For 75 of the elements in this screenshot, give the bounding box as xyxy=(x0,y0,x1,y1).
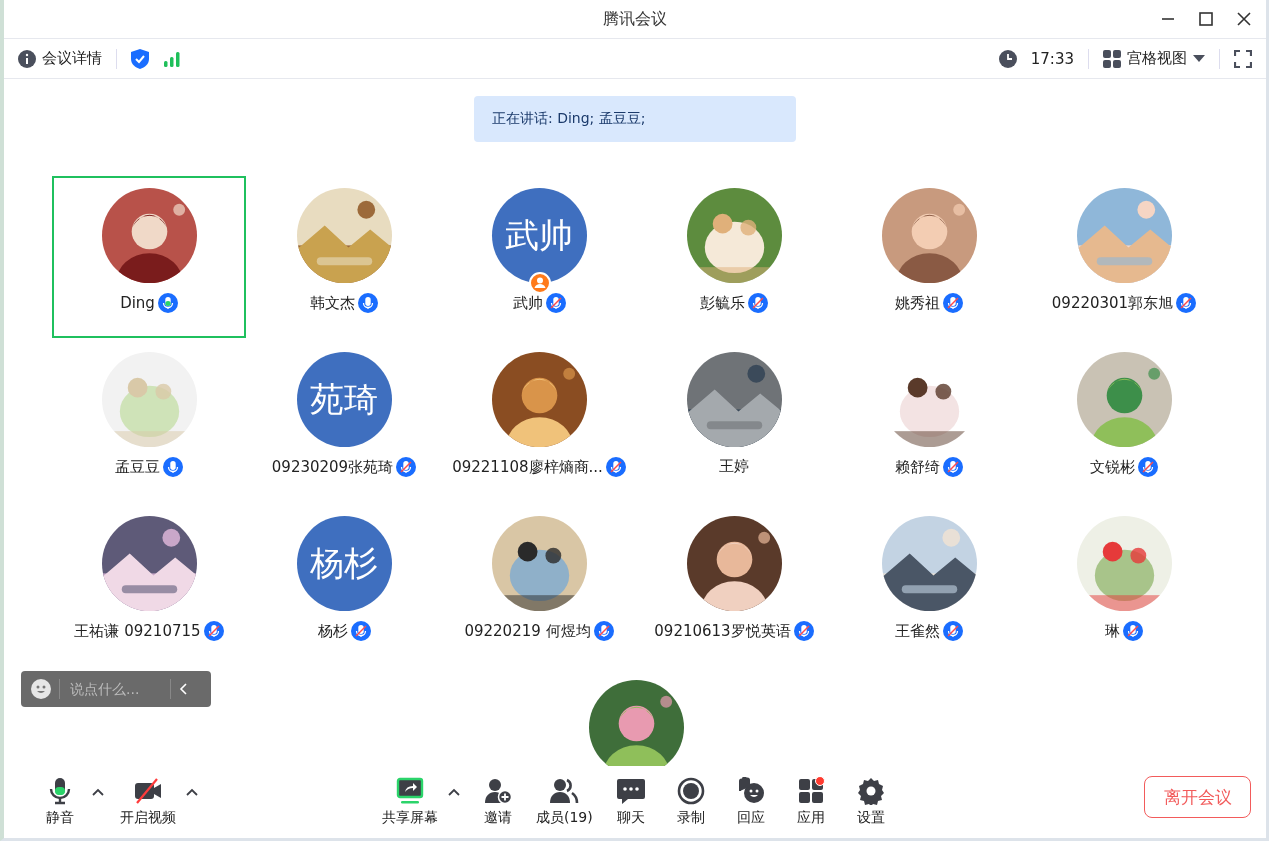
participant-tile[interactable]: 武帅 武帅 xyxy=(442,176,636,338)
window-title: 腾讯会议 xyxy=(603,8,667,30)
participant-name: 彭毓乐 xyxy=(700,293,745,313)
participant-name: 王雀然 xyxy=(895,621,940,641)
participant-tile[interactable]: 赖舒绮 xyxy=(832,340,1026,502)
participant-name: 赖舒绮 xyxy=(895,457,940,477)
participant-name: 09230209张苑琦 xyxy=(271,457,394,477)
participant-name: 王婷 xyxy=(719,457,749,476)
speaking-banner: 正在讲话: Ding; 孟豆豆; xyxy=(474,96,796,142)
record-icon xyxy=(675,777,706,805)
view-dropdown[interactable]: 宫格视图 xyxy=(1103,49,1205,68)
collapse-icon[interactable] xyxy=(179,682,189,696)
participant-tile[interactable]: 杨杉 杨杉 xyxy=(247,504,441,666)
toolbar-button[interactable]: 共享屏幕 xyxy=(376,773,444,831)
toolbar-button[interactable]: 开启视频 xyxy=(114,773,182,831)
participant-name: 09220301郭东旭 xyxy=(1051,293,1174,313)
participant-name: Ding xyxy=(120,294,155,312)
participant-tile[interactable]: Ding xyxy=(52,176,246,338)
meeting-details-button[interactable]: 会议详情 xyxy=(18,49,102,68)
participant-name: 文锐彬 xyxy=(1090,457,1135,477)
participant-tile[interactable]: 王祐谦 09210715 xyxy=(52,504,246,666)
participant-name: 09221108廖梓熵商... xyxy=(452,457,603,477)
participant-name: 孟豆豆 xyxy=(115,457,160,477)
participant-tile[interactable]: 彭毓乐 xyxy=(637,176,831,338)
participant-tile[interactable]: 09220219 何煜均 xyxy=(442,504,636,666)
chat-input[interactable]: 说点什么... xyxy=(68,680,162,698)
avatar: 苑琦 xyxy=(296,352,392,447)
add-person-icon xyxy=(483,777,513,805)
caret-icon[interactable] xyxy=(92,788,104,796)
participant-tile[interactable]: 王婷 xyxy=(637,340,831,502)
participant-tile[interactable]: 孟豆豆 xyxy=(52,340,246,502)
avatar: 武帅 xyxy=(491,188,587,283)
participant-name: 杨杉 xyxy=(317,621,348,641)
participant-name: 琳 xyxy=(1105,621,1120,641)
toolbar-button[interactable]: 应用 xyxy=(782,773,839,831)
avatar: 杨杉 xyxy=(296,516,392,611)
toolbar-button[interactable]: 回应 xyxy=(722,773,779,831)
emoji-icon[interactable] xyxy=(31,679,51,699)
caret-icon xyxy=(1193,54,1205,63)
people-icon xyxy=(549,777,580,805)
shield-icon[interactable] xyxy=(131,48,149,69)
toolbar-button[interactable]: 聊天 xyxy=(602,773,659,831)
toolbar-button[interactable]: 邀请 xyxy=(470,773,526,831)
close-icon[interactable] xyxy=(1236,11,1252,27)
participant-name: 武帅 xyxy=(512,293,543,313)
participant-tile[interactable]: 琳 xyxy=(1027,504,1221,666)
toolbar-button[interactable]: 录制 xyxy=(662,773,719,831)
chat-bubble-icon xyxy=(615,777,646,805)
settings-icon xyxy=(855,777,886,805)
toolbar-button[interactable]: 静音 xyxy=(32,773,88,831)
participant-name: 姚秀祖 xyxy=(895,293,940,313)
participant-tile[interactable]: 王雀然 xyxy=(832,504,1026,666)
participant-tile[interactable]: 姚秀祖 xyxy=(832,176,1026,338)
participant-name: 王祐谦 09210715 xyxy=(74,621,201,641)
caret-icon[interactable] xyxy=(448,788,460,796)
participant-tile[interactable]: 09220301郭东旭 xyxy=(1027,176,1221,338)
info-icon xyxy=(18,49,36,68)
camera-off-icon xyxy=(133,777,163,805)
maximize-icon[interactable] xyxy=(1198,11,1214,27)
participant-name: 韩文杰 xyxy=(310,293,355,313)
toolbar-button[interactable]: 成员(19) xyxy=(530,773,599,831)
participant-name: 09210613罗悦英语 xyxy=(654,621,791,641)
share-screen-icon xyxy=(395,777,425,805)
participant-tile[interactable]: 09221108廖梓熵商... xyxy=(442,340,636,502)
fullscreen-icon[interactable] xyxy=(1234,49,1252,68)
meeting-time: 17:33 xyxy=(1030,49,1074,68)
clock-icon xyxy=(998,49,1017,68)
participant-tile[interactable]: 苑琦 09230209张苑琦 xyxy=(247,340,441,502)
participant-tile[interactable]: 韩文杰 xyxy=(247,176,441,338)
caret-icon[interactable] xyxy=(186,788,198,796)
participant-tile[interactable]: 文锐彬 xyxy=(1027,340,1221,502)
grid-icon xyxy=(1103,49,1121,68)
participant-tile[interactable]: 09210613罗悦英语 xyxy=(637,504,831,666)
participant-name: 09220219 何煜均 xyxy=(464,621,591,641)
toolbar-button[interactable]: 设置 xyxy=(842,773,899,831)
